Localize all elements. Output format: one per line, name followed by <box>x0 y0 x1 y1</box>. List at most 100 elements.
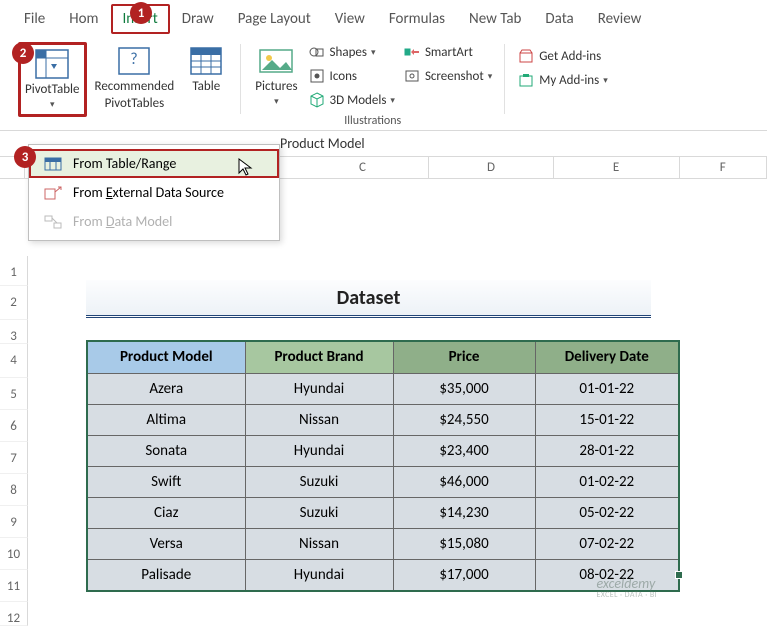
cell-date[interactable]: 01-02-22 <box>535 466 679 497</box>
table-row[interactable]: SonataHyundai$23,40028-01-22 <box>87 435 679 466</box>
header-product-brand[interactable]: Product Brand <box>245 341 393 373</box>
table-row[interactable]: AltimaNissan$24,55015-01-22 <box>87 404 679 435</box>
cell-model[interactable]: Ciaz <box>87 497 245 528</box>
row-header[interactable]: 7 <box>0 442 28 474</box>
table-row[interactable]: AzeraHyundai$35,00001-01-22 <box>87 373 679 404</box>
icons-icon <box>308 67 326 85</box>
col-header-d[interactable]: D <box>429 157 553 178</box>
data-table: Product Model Product Brand Price Delive… <box>86 340 680 592</box>
cell-price[interactable]: $35,000 <box>393 373 535 404</box>
cell-model[interactable]: Palisade <box>87 559 245 591</box>
cell-brand[interactable]: Suzuki <box>245 466 393 497</box>
cell-brand[interactable]: Suzuki <box>245 497 393 528</box>
screenshot-icon <box>403 67 421 85</box>
cell-brand[interactable]: Nissan <box>245 528 393 559</box>
row-header[interactable]: 10 <box>0 538 28 570</box>
table-button[interactable]: Table <box>182 42 230 97</box>
row-header[interactable]: 5 <box>0 378 28 410</box>
row-header[interactable]: 9 <box>0 506 28 538</box>
3d-models-button[interactable]: 3D Models ▾ <box>306 90 397 110</box>
tab-draw[interactable]: Draw <box>170 4 226 34</box>
cell-price[interactable]: $46,000 <box>393 466 535 497</box>
cell-brand[interactable]: Hyundai <box>245 373 393 404</box>
row-header[interactable]: 3 <box>0 320 28 344</box>
dataset-title: Dataset <box>86 280 651 318</box>
table-range-icon <box>43 156 63 172</box>
tab-home[interactable]: Hom <box>57 4 110 34</box>
tab-formulas[interactable]: Formulas <box>377 4 457 34</box>
row-header[interactable]: 12 <box>0 602 28 626</box>
cell-date[interactable]: 05-02-22 <box>535 497 679 528</box>
pictures-button[interactable]: Pictures ▾ <box>251 42 301 109</box>
group-illustrations: Pictures ▾ Shapes ▾ Icons 3D Models ▾ <box>243 42 502 128</box>
cell-brand[interactable]: Nissan <box>245 404 393 435</box>
cell-date[interactable]: 01-01-22 <box>535 373 679 404</box>
header-delivery-date[interactable]: Delivery Date <box>535 341 679 373</box>
shapes-button[interactable]: Shapes ▾ <box>306 42 397 62</box>
svg-text:?: ? <box>131 50 138 69</box>
row-header[interactable]: 4 <box>0 344 28 378</box>
get-addins-button[interactable]: Get Add-ins <box>515 46 610 66</box>
from-table-range-item[interactable]: From Table/Range <box>29 149 279 178</box>
tab-review[interactable]: Review <box>586 4 654 34</box>
recommended-l1: Recommended <box>95 80 175 95</box>
tab-data[interactable]: Data <box>533 4 585 34</box>
cell-date[interactable]: 15-01-22 <box>535 404 679 435</box>
pictures-icon <box>256 44 296 78</box>
cell-price[interactable]: $15,080 <box>393 528 535 559</box>
cube-icon <box>308 91 326 109</box>
ribbon: PivotTable ▾ ? Recommended PivotTables T… <box>0 34 767 131</box>
table-row[interactable]: VersaNissan$15,08007-02-22 <box>87 528 679 559</box>
row-header[interactable]: 1 <box>0 256 28 286</box>
table-icon <box>186 44 226 78</box>
callout-badge-2: 2 <box>12 42 34 64</box>
col-header-e[interactable]: E <box>554 157 680 178</box>
cell-price[interactable]: $24,550 <box>393 404 535 435</box>
tab-view[interactable]: View <box>323 4 377 34</box>
tab-file[interactable]: File <box>12 4 57 34</box>
selection-handle[interactable] <box>675 571 683 579</box>
row-header[interactable]: 2 <box>0 286 28 320</box>
cell-price[interactable]: $14,230 <box>393 497 535 528</box>
my-addins-button[interactable]: My Add-ins ▾ <box>515 70 610 90</box>
smartart-icon <box>403 43 421 61</box>
tab-page-layout[interactable]: Page Layout <box>226 4 323 34</box>
from-external-data-label: From External Data Source <box>73 184 224 201</box>
pivottable-dropdown: From Table/Range From External Data Sour… <box>28 144 280 241</box>
chevron-down-icon: ▾ <box>488 71 493 82</box>
header-price[interactable]: Price <box>393 341 535 373</box>
data-model-icon <box>43 214 63 230</box>
cell-model[interactable]: Azera <box>87 373 245 404</box>
cell-brand[interactable]: Hyundai <box>245 559 393 591</box>
from-data-model-label: From Data Model <box>73 213 172 230</box>
chevron-down-icon: ▾ <box>274 97 279 107</box>
table-row[interactable]: SwiftSuzuki$46,00001-02-22 <box>87 466 679 497</box>
col-header-c[interactable]: C <box>297 157 430 178</box>
icons-label: Icons <box>330 69 357 84</box>
row-header[interactable]: 6 <box>0 410 28 442</box>
smartart-button[interactable]: SmartArt <box>401 42 494 62</box>
table-row[interactable]: PalisadeHyundai$17,00008-02-22 <box>87 559 679 591</box>
callout-badge-1: 1 <box>130 2 152 24</box>
col-header-f[interactable]: F <box>680 157 767 178</box>
row-header[interactable]: 11 <box>0 570 28 602</box>
icons-button[interactable]: Icons <box>306 66 397 86</box>
recommended-pivottables-button[interactable]: ? Recommended PivotTables <box>91 42 179 114</box>
screenshot-button[interactable]: Screenshot ▾ <box>401 66 494 86</box>
cell-date[interactable]: 07-02-22 <box>535 528 679 559</box>
cell-brand[interactable]: Hyundai <box>245 435 393 466</box>
row-header[interactable]: 8 <box>0 474 28 506</box>
table-row[interactable]: CiazSuzuki$14,23005-02-22 <box>87 497 679 528</box>
cell-model[interactable]: Altima <box>87 404 245 435</box>
cell-price[interactable]: $23,400 <box>393 435 535 466</box>
cell-date[interactable]: 28-01-22 <box>535 435 679 466</box>
from-external-data-item[interactable]: From External Data Source <box>29 178 279 207</box>
cell-price[interactable]: $17,000 <box>393 559 535 591</box>
tab-new-tab[interactable]: New Tab <box>457 4 533 34</box>
cell-model[interactable]: Sonata <box>87 435 245 466</box>
pictures-label: Pictures <box>255 80 297 95</box>
table-label: Table <box>192 80 220 95</box>
header-product-model[interactable]: Product Model <box>87 341 245 373</box>
cell-model[interactable]: Swift <box>87 466 245 497</box>
cell-model[interactable]: Versa <box>87 528 245 559</box>
